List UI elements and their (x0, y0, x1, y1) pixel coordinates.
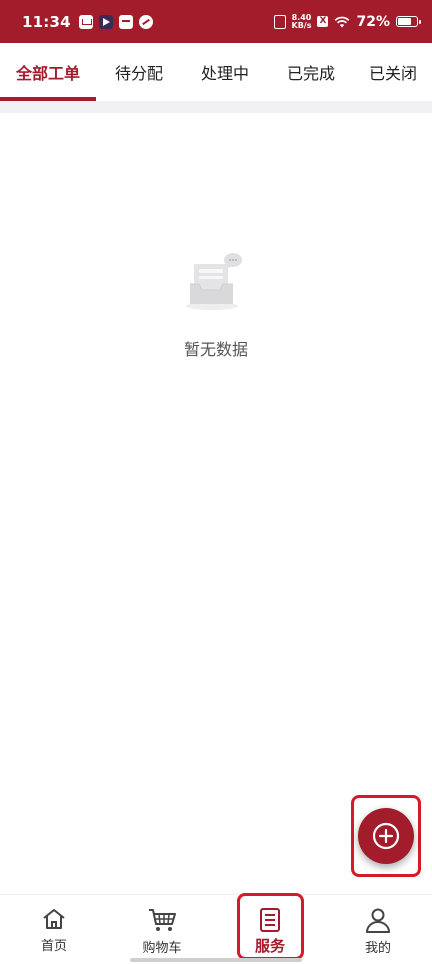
empty-inbox-icon (186, 253, 242, 310)
tab-divider (0, 101, 432, 113)
tab-label: 已完成 (286, 64, 335, 83)
network-speed-unit: KB/s (291, 20, 312, 30)
bottom-nav: 首页 购物车 服务 我的 (0, 894, 432, 964)
add-ticket-button[interactable] (358, 808, 414, 864)
nav-item-profile[interactable]: 我的 (324, 895, 432, 964)
battery-percent: 72% (356, 13, 390, 30)
cart-icon (149, 909, 176, 931)
tab-label: 处理中 (200, 64, 249, 83)
mail-notification-icon (78, 14, 93, 29)
status-time: 11:34 (22, 12, 71, 31)
x-badge-icon: X (317, 16, 329, 27)
status-bar: 11:34 8.40 KB/s X 72% (0, 0, 432, 43)
tab-label: 全部工单 (15, 64, 80, 83)
home-indicator (130, 958, 302, 962)
nav-item-cart[interactable]: 购物车 (108, 895, 216, 964)
profile-icon (366, 908, 390, 933)
tab-closed[interactable]: 已关闭 (354, 43, 432, 101)
sync-notification-icon (138, 14, 153, 29)
battery-level-fill (398, 18, 411, 25)
tab-label: 待分配 (114, 64, 163, 83)
ticket-tabs: 全部工单 待分配 处理中 已完成 已关闭 (0, 43, 432, 101)
nav-label: 首页 (40, 939, 67, 954)
wifi-icon (335, 16, 350, 27)
plus-circle-icon (372, 822, 400, 850)
empty-state: 暂无数据 (0, 250, 432, 360)
tab-completed[interactable]: 已完成 (268, 43, 354, 101)
app-notification-icon (118, 14, 133, 29)
tab-in-progress[interactable]: 处理中 (182, 43, 268, 101)
tab-label: 已关闭 (368, 64, 417, 83)
tab-pending-assignment[interactable]: 待分配 (96, 43, 182, 101)
nav-label: 我的 (364, 941, 391, 956)
vibrate-icon (273, 14, 286, 29)
battery-icon (396, 16, 421, 27)
network-speed: 8.40 KB/s (291, 13, 312, 30)
empty-state-text: 暂无数据 (183, 340, 248, 359)
nav-highlight-box (237, 893, 304, 960)
nav-item-home[interactable]: 首页 (0, 895, 108, 964)
notification-icons (78, 14, 153, 29)
screen: 11:34 8.40 KB/s X 72% 全部工单 待分配 处理中 已完成 已… (0, 0, 432, 964)
status-right: 8.40 KB/s X 72% (273, 13, 421, 30)
home-icon (43, 909, 65, 929)
nav-label: 购物车 (142, 941, 182, 956)
video-notification-icon (98, 14, 113, 29)
tab-all-tickets[interactable]: 全部工单 (0, 43, 96, 101)
